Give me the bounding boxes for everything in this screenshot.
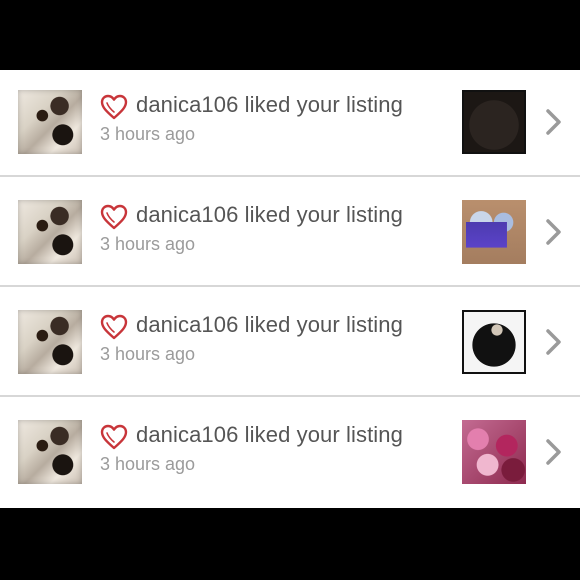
notification-row[interactable]: danica106 liked your listing 3 hours ago (0, 290, 580, 398)
notification-time: 3 hours ago (100, 344, 196, 364)
notification-row[interactable]: danica106 liked your listing 3 hours ago (0, 180, 580, 288)
chevron-right-icon[interactable] (545, 328, 563, 356)
chevron-right-icon[interactable] (545, 438, 563, 466)
notification-message: liked your listing (244, 92, 403, 117)
user-avatar[interactable] (18, 420, 82, 484)
divider (0, 285, 580, 287)
heart-icon (100, 424, 128, 450)
notification-title: danica106 liked your listing (136, 312, 403, 338)
notification-title: danica106 liked your listing (136, 422, 403, 448)
user-avatar[interactable] (18, 90, 82, 154)
listing-thumbnail[interactable] (462, 420, 526, 484)
notification-time: 3 hours ago (100, 234, 196, 254)
heart-icon (100, 94, 128, 120)
notification-message: liked your listing (244, 312, 403, 337)
listing-thumbnail[interactable] (462, 200, 526, 264)
listing-thumbnail[interactable] (462, 90, 526, 154)
notification-row[interactable]: danica106 liked your listing 3 hours ago (0, 70, 580, 178)
username[interactable]: danica106 (136, 312, 238, 337)
heart-icon (100, 314, 128, 340)
chevron-right-icon[interactable] (545, 218, 563, 246)
notification-title: danica106 liked your listing (136, 92, 403, 118)
user-avatar[interactable] (18, 200, 82, 264)
bottom-bar (0, 508, 580, 580)
username[interactable]: danica106 (136, 92, 238, 117)
notification-message: liked your listing (244, 202, 403, 227)
heart-icon (100, 204, 128, 230)
username[interactable]: danica106 (136, 422, 238, 447)
notification-title: danica106 liked your listing (136, 202, 403, 228)
username[interactable]: danica106 (136, 202, 238, 227)
top-bar (0, 0, 580, 70)
notification-row[interactable]: danica106 liked your listing 3 hours ago (0, 400, 580, 508)
listing-thumbnail[interactable] (462, 310, 526, 374)
notification-time: 3 hours ago (100, 124, 196, 144)
divider (0, 395, 580, 397)
notification-message: liked your listing (244, 422, 403, 447)
user-avatar[interactable] (18, 310, 82, 374)
notification-time: 3 hours ago (100, 454, 196, 474)
divider (0, 175, 580, 177)
chevron-right-icon[interactable] (545, 108, 563, 136)
notifications-list: danica106 liked your listing 3 hours ago… (0, 70, 580, 508)
